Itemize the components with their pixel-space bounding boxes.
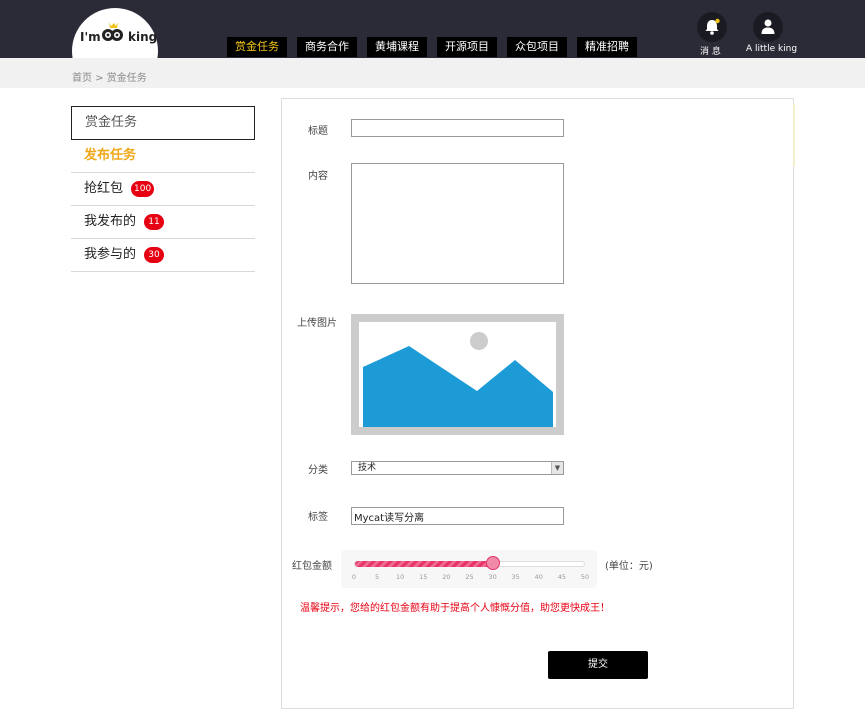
slider-tick-label: 20 — [442, 573, 451, 581]
panel-edge-accent — [793, 104, 795, 166]
slider-ticks: 0 5 10 15 20 25 30 35 40 45 50 — [351, 573, 589, 583]
slider-tick-label: 35 — [511, 573, 520, 581]
amount-unit: (单位：元) — [605, 561, 653, 572]
count-badge: 100 — [131, 181, 155, 197]
upload-image-label: 上传图片 — [297, 318, 337, 329]
amount-label: 红包金额 — [292, 561, 332, 572]
image-placeholder-icon — [363, 332, 553, 427]
sidebar-item-label: 发布任务 — [84, 148, 137, 163]
submit-button[interactable]: 提交 — [548, 651, 648, 679]
slider-tick-label: 15 — [419, 573, 428, 581]
slider-tick-label: 40 — [534, 573, 543, 581]
count-badge: 30 — [144, 247, 165, 263]
title-input[interactable] — [351, 119, 564, 137]
slider-thumb[interactable] — [485, 556, 500, 570]
image-placeholder — [359, 322, 556, 427]
slider-tick-label: 10 — [396, 573, 405, 581]
image-upload[interactable] — [351, 314, 564, 435]
user-avatar[interactable] — [753, 12, 783, 42]
slider-tick-label: 45 — [557, 573, 567, 581]
sidebar-item-grab-redpacket[interactable]: 抢红包 100 — [71, 173, 255, 206]
breadcrumb[interactable]: 首页 > 赏金任务 — [72, 69, 147, 84]
category-selected-value: 技术 — [358, 463, 377, 473]
main-nav: 赏金任务 商务合作 黄埔课程 开源项目 众包项目 精准招聘 — [227, 37, 647, 57]
logo-text-left: I'm — [80, 30, 101, 44]
sidebar-item-my-published[interactable]: 我发布的 11 — [71, 206, 255, 239]
amount-slider: 0 5 10 15 20 25 30 35 40 45 50 — [341, 550, 597, 588]
nav-item-courses[interactable]: 黄埔课程 — [367, 37, 427, 57]
nav-item-business[interactable]: 商务合作 — [297, 37, 357, 57]
nav-item-crowdsource[interactable]: 众包项目 — [507, 37, 567, 57]
count-badge: 11 — [144, 214, 165, 230]
cat-logo-icon — [102, 22, 123, 41]
slider-tick-label: 0 — [351, 573, 357, 581]
sidebar-item-label: 抢红包 — [84, 181, 124, 196]
messages-label: 消 息 — [700, 47, 721, 57]
sidebar: 赏金任务 发布任务 抢红包 100 我发布的 11 我参与的 30 — [71, 106, 255, 272]
slider-tick-label: 25 — [465, 573, 474, 581]
title-label: 标题 — [308, 126, 328, 137]
slider-fill — [355, 561, 494, 567]
messages-button[interactable] — [697, 12, 727, 42]
content-label: 内容 — [308, 171, 328, 182]
sidebar-item-label: 我参与的 — [84, 247, 137, 262]
slider-tick-label: 50 — [580, 573, 590, 581]
sidebar-title: 赏金任务 — [71, 106, 255, 140]
chevron-down-icon[interactable]: ▼ — [551, 462, 563, 474]
nav-item-bounty[interactable]: 赏金任务 — [227, 37, 287, 57]
sidebar-item-label: 我发布的 — [84, 214, 137, 229]
tag-label: 标签 — [308, 512, 328, 523]
slider-tick-label: 30 — [488, 573, 497, 581]
top-header: I'm king 赏金任务 商务合作 黄埔课程 开源项目 众包项目 精准招聘 消… — [0, 0, 865, 58]
logo[interactable]: I'm king — [72, 0, 158, 58]
category-select[interactable]: 技术 ▼ — [351, 461, 564, 475]
sidebar-item-publish[interactable]: 发布任务 — [71, 140, 255, 173]
nav-item-opensource[interactable]: 开源项目 — [437, 37, 497, 57]
content-textarea[interactable] — [351, 163, 564, 284]
user-icon — [761, 19, 775, 34]
sidebar-item-my-joined[interactable]: 我参与的 30 — [71, 239, 255, 272]
nav-item-recruit[interactable]: 精准招聘 — [577, 37, 637, 57]
slider-tick-label: 5 — [375, 573, 380, 581]
logo-text-right: king — [128, 30, 158, 44]
tip-text: 温馨提示，您给的红包金额有助于提高个人慷慨分值，助您更快成王！ — [300, 603, 610, 614]
user-name[interactable]: A little king — [746, 44, 797, 54]
category-label: 分类 — [308, 465, 328, 476]
bell-icon — [705, 18, 720, 35]
slider-track[interactable] — [354, 561, 585, 567]
tag-input[interactable] — [351, 507, 564, 525]
